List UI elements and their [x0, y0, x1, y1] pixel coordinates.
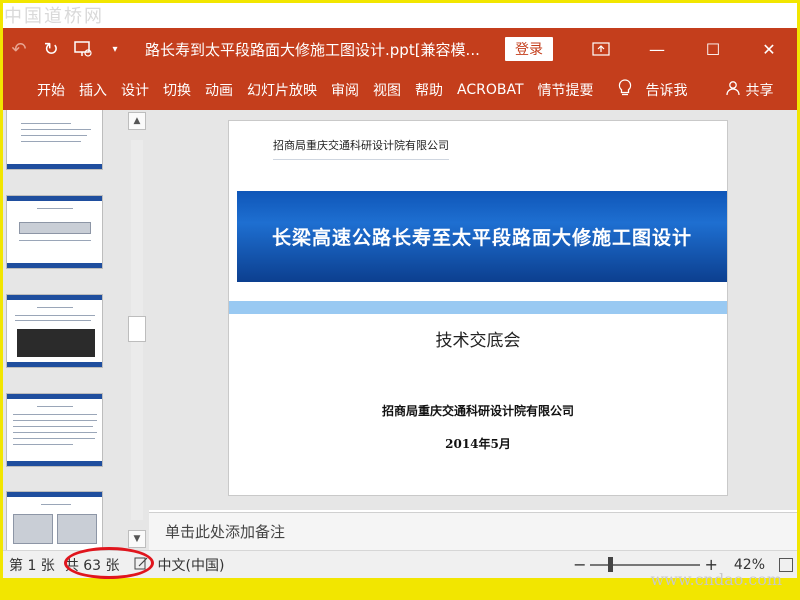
current-slide[interactable]: 招商局重庆交通科研设计院有限公司 长梁高速公路长寿至太平段路面大修施工图设计 技…: [228, 120, 728, 496]
present-from-start-icon[interactable]: [67, 28, 99, 70]
scroll-thumb[interactable]: [128, 316, 146, 342]
tab-slideshow[interactable]: 幻灯片放映: [247, 80, 317, 100]
minimize-icon[interactable]: —: [629, 28, 685, 70]
zoom-out-button[interactable]: −: [573, 555, 586, 574]
ribbon-display-icon[interactable]: [573, 28, 629, 70]
title-bar: ↶ ↻ ▾ 路长寿到太平段路面大修施工图设计.ppt[兼容模... 登录 — ☐…: [3, 28, 797, 70]
ribbon-tabs: 开始 插入 设计 切换 动画 幻灯片放映 审阅 视图 帮助 ACROBAT 情节…: [3, 70, 797, 110]
window-controls: — ☐ ✕: [573, 28, 797, 70]
tab-view[interactable]: 视图: [373, 80, 401, 100]
close-icon[interactable]: ✕: [741, 28, 797, 70]
language-indicator[interactable]: 中文(中国): [158, 555, 225, 575]
person-icon: [725, 80, 742, 100]
thumbnail-scrollbar[interactable]: ▲ ▼: [125, 110, 149, 550]
tab-transitions[interactable]: 切换: [163, 80, 191, 100]
tab-insert[interactable]: 插入: [79, 80, 107, 100]
slide-title-banner[interactable]: 长梁高速公路长寿至太平段路面大修施工图设计: [237, 191, 727, 282]
slide-thumbnail[interactable]: [6, 110, 103, 170]
tell-me-button[interactable]: 告诉我: [618, 79, 688, 101]
notes-placeholder: 单击此处添加备注: [165, 523, 286, 541]
slide-thumbnail[interactable]: [6, 393, 103, 467]
tab-home[interactable]: 开始: [37, 80, 65, 100]
slide-org-footer[interactable]: 招商局重庆交通科研设计院有限公司: [229, 402, 727, 419]
lightbulb-icon: [618, 79, 632, 101]
scroll-down-icon[interactable]: ▼: [128, 530, 146, 548]
tab-acrobat[interactable]: ACROBAT: [457, 82, 524, 98]
slide-thumbnail-pane: [3, 110, 125, 550]
slide-thumbnail[interactable]: [6, 294, 103, 368]
notes-pane[interactable]: 单击此处添加备注: [149, 512, 797, 550]
watermark-url-bottom: www.cndao.com: [650, 570, 782, 589]
document-title: 路长寿到太平段路面大修施工图设计.ppt[兼容模...: [145, 40, 480, 59]
zoom-slider-knob[interactable]: [608, 556, 614, 572]
slide-date[interactable]: 2014年5月: [229, 435, 727, 452]
watermark-logo-top: 中国道桥网: [4, 6, 104, 27]
zoom-slider[interactable]: [590, 556, 701, 572]
tab-help[interactable]: 帮助: [415, 80, 443, 100]
maximize-icon[interactable]: ☐: [685, 28, 741, 70]
redo-icon[interactable]: ↻: [35, 28, 67, 70]
slide-org-header[interactable]: 招商局重庆交通科研设计院有限公司: [273, 137, 449, 160]
tab-animations[interactable]: 动画: [205, 80, 233, 100]
tab-design[interactable]: 设计: [121, 80, 149, 100]
slide-number: 第 1 张: [9, 557, 55, 574]
decorative-stripe: [229, 301, 727, 314]
customize-qat-icon[interactable]: ▾: [99, 28, 131, 70]
tab-storyboard[interactable]: 情节提要: [538, 80, 594, 100]
share-button[interactable]: 共享: [725, 80, 774, 100]
login-button[interactable]: 登录: [505, 37, 553, 61]
scroll-up-icon[interactable]: ▲: [128, 112, 146, 130]
tell-me-label: 告诉我: [645, 83, 688, 99]
share-label: 共享: [745, 83, 774, 99]
slide-title: 长梁高速公路长寿至太平段路面大修施工图设计: [271, 227, 692, 249]
slide-subtitle[interactable]: 技术交底会: [229, 326, 727, 351]
tab-review[interactable]: 审阅: [331, 80, 359, 100]
slide-thumbnail[interactable]: [6, 195, 103, 269]
slide-thumbnail[interactable]: [6, 491, 103, 550]
undo-icon[interactable]: ↶: [3, 28, 35, 70]
quick-access-toolbar: ↶ ↻ ▾: [3, 28, 131, 70]
highlight-circle: [64, 547, 154, 579]
